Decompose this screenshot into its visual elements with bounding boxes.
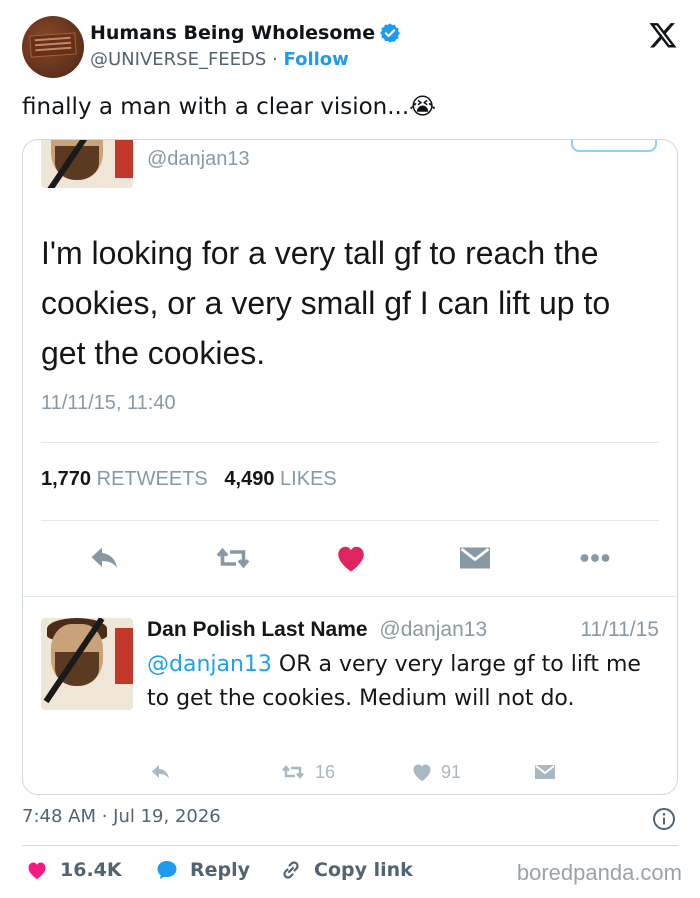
x-logo-icon[interactable] (648, 20, 678, 50)
boredpanda-watermark: boredpanda.com (516, 860, 682, 885)
post-timestamp[interactable]: 7:48 AM · Jul 19, 2026 (22, 806, 221, 827)
info-icon[interactable] (652, 807, 676, 831)
reply-author-handle: @danjan13 (379, 618, 488, 641)
author-name-row: Humans Being Wholesome (90, 22, 401, 44)
author-handle-row: @UNIVERSE_FEEDS · Follow (90, 49, 349, 70)
reply-like-action: 91 (409, 760, 461, 784)
footer-divider (22, 845, 678, 846)
retweet-icon (216, 547, 250, 569)
reply-like-count: 91 (441, 761, 462, 782)
retweets-label: RETWEETS (96, 468, 208, 490)
reply-action[interactable]: Reply (154, 858, 250, 882)
embedded-tweet-avatar (41, 140, 133, 188)
embedded-tweet-stats: 1,770 RETWEETS 4,490 LIKES (41, 468, 337, 491)
crying-emoji-icon: 😭 (409, 94, 437, 120)
heart-icon (338, 546, 364, 572)
like-count: 16.4K (60, 859, 122, 881)
handle-separator: · (272, 49, 278, 70)
author-handle[interactable]: @UNIVERSE_FEEDS (90, 49, 266, 70)
embedded-divider-1 (41, 442, 659, 443)
reply-text: @danjan13 OR a very very large gf to lif… (147, 648, 657, 716)
copy-link-label: Copy link (314, 859, 413, 881)
embedded-tweet-handle: @danjan13 (147, 148, 250, 170)
copy-link-action[interactable]: Copy link (278, 858, 413, 882)
link-icon (283, 861, 299, 879)
embedded-tweet-date: 11/11/15, 11:40 (41, 392, 176, 414)
reply-name-row: Dan Polish Last Name @danjan13 (147, 618, 487, 642)
post-text: finally a man with a clear vision...😭 (22, 94, 436, 120)
reply-bubble-icon (157, 861, 177, 879)
author-avatar[interactable] (22, 16, 84, 78)
post-text-body: finally a man with a clear vision... (22, 94, 410, 120)
reply-label: Reply (190, 859, 251, 881)
follow-button[interactable]: Follow (284, 49, 349, 70)
likes-count: 4,490 (224, 468, 275, 490)
retweet-icon (282, 765, 304, 779)
more-options-icon (580, 554, 610, 562)
reply-mention: @danjan13 (147, 652, 272, 677)
reply-retweet-count: 16 (315, 761, 336, 782)
embedded-screenshot[interactable]: @danjan13 I'm looking for a very tall gf… (22, 139, 678, 795)
like-action[interactable]: 16.4K (24, 858, 122, 882)
retweets-count: 1,770 (41, 468, 92, 490)
reply-author-name: Dan Polish Last Name (147, 618, 368, 641)
reply-dm-action (531, 760, 559, 784)
embedded-divider-2 (41, 520, 659, 521)
likes-label: LIKES (280, 468, 337, 490)
avatar-plaque-image (29, 32, 77, 58)
heart-icon (28, 862, 46, 879)
direct-message-icon (460, 547, 490, 569)
heart-icon (413, 764, 431, 781)
author-name[interactable]: Humans Being Wholesome (90, 22, 375, 44)
reply-avatar (41, 618, 133, 710)
embedded-reply: Dan Polish Last Name @danjan13 11/11/15 … (23, 596, 677, 794)
reply-arrow-icon (91, 547, 117, 568)
verified-badge-icon (380, 23, 401, 43)
embedded-tweet-text: I'm looking for a very tall gf to reach … (41, 235, 611, 371)
post-footer: 16.4K Reply Copy link boredpanda.com (22, 856, 682, 888)
reply-retweet-action: 16 (277, 760, 335, 784)
direct-message-icon (535, 765, 555, 779)
reply-actions: 16 91 (23, 760, 677, 790)
embedded-tweet-actions (23, 540, 677, 580)
post-header: Humans Being Wholesome @UNIVERSE_FEEDS ·… (22, 14, 682, 78)
reply-arrow-icon (152, 765, 169, 779)
embedded-follow-button-edge (571, 140, 657, 152)
reply-date: 11/11/15 (580, 618, 659, 641)
reply-reply-action (147, 760, 175, 784)
